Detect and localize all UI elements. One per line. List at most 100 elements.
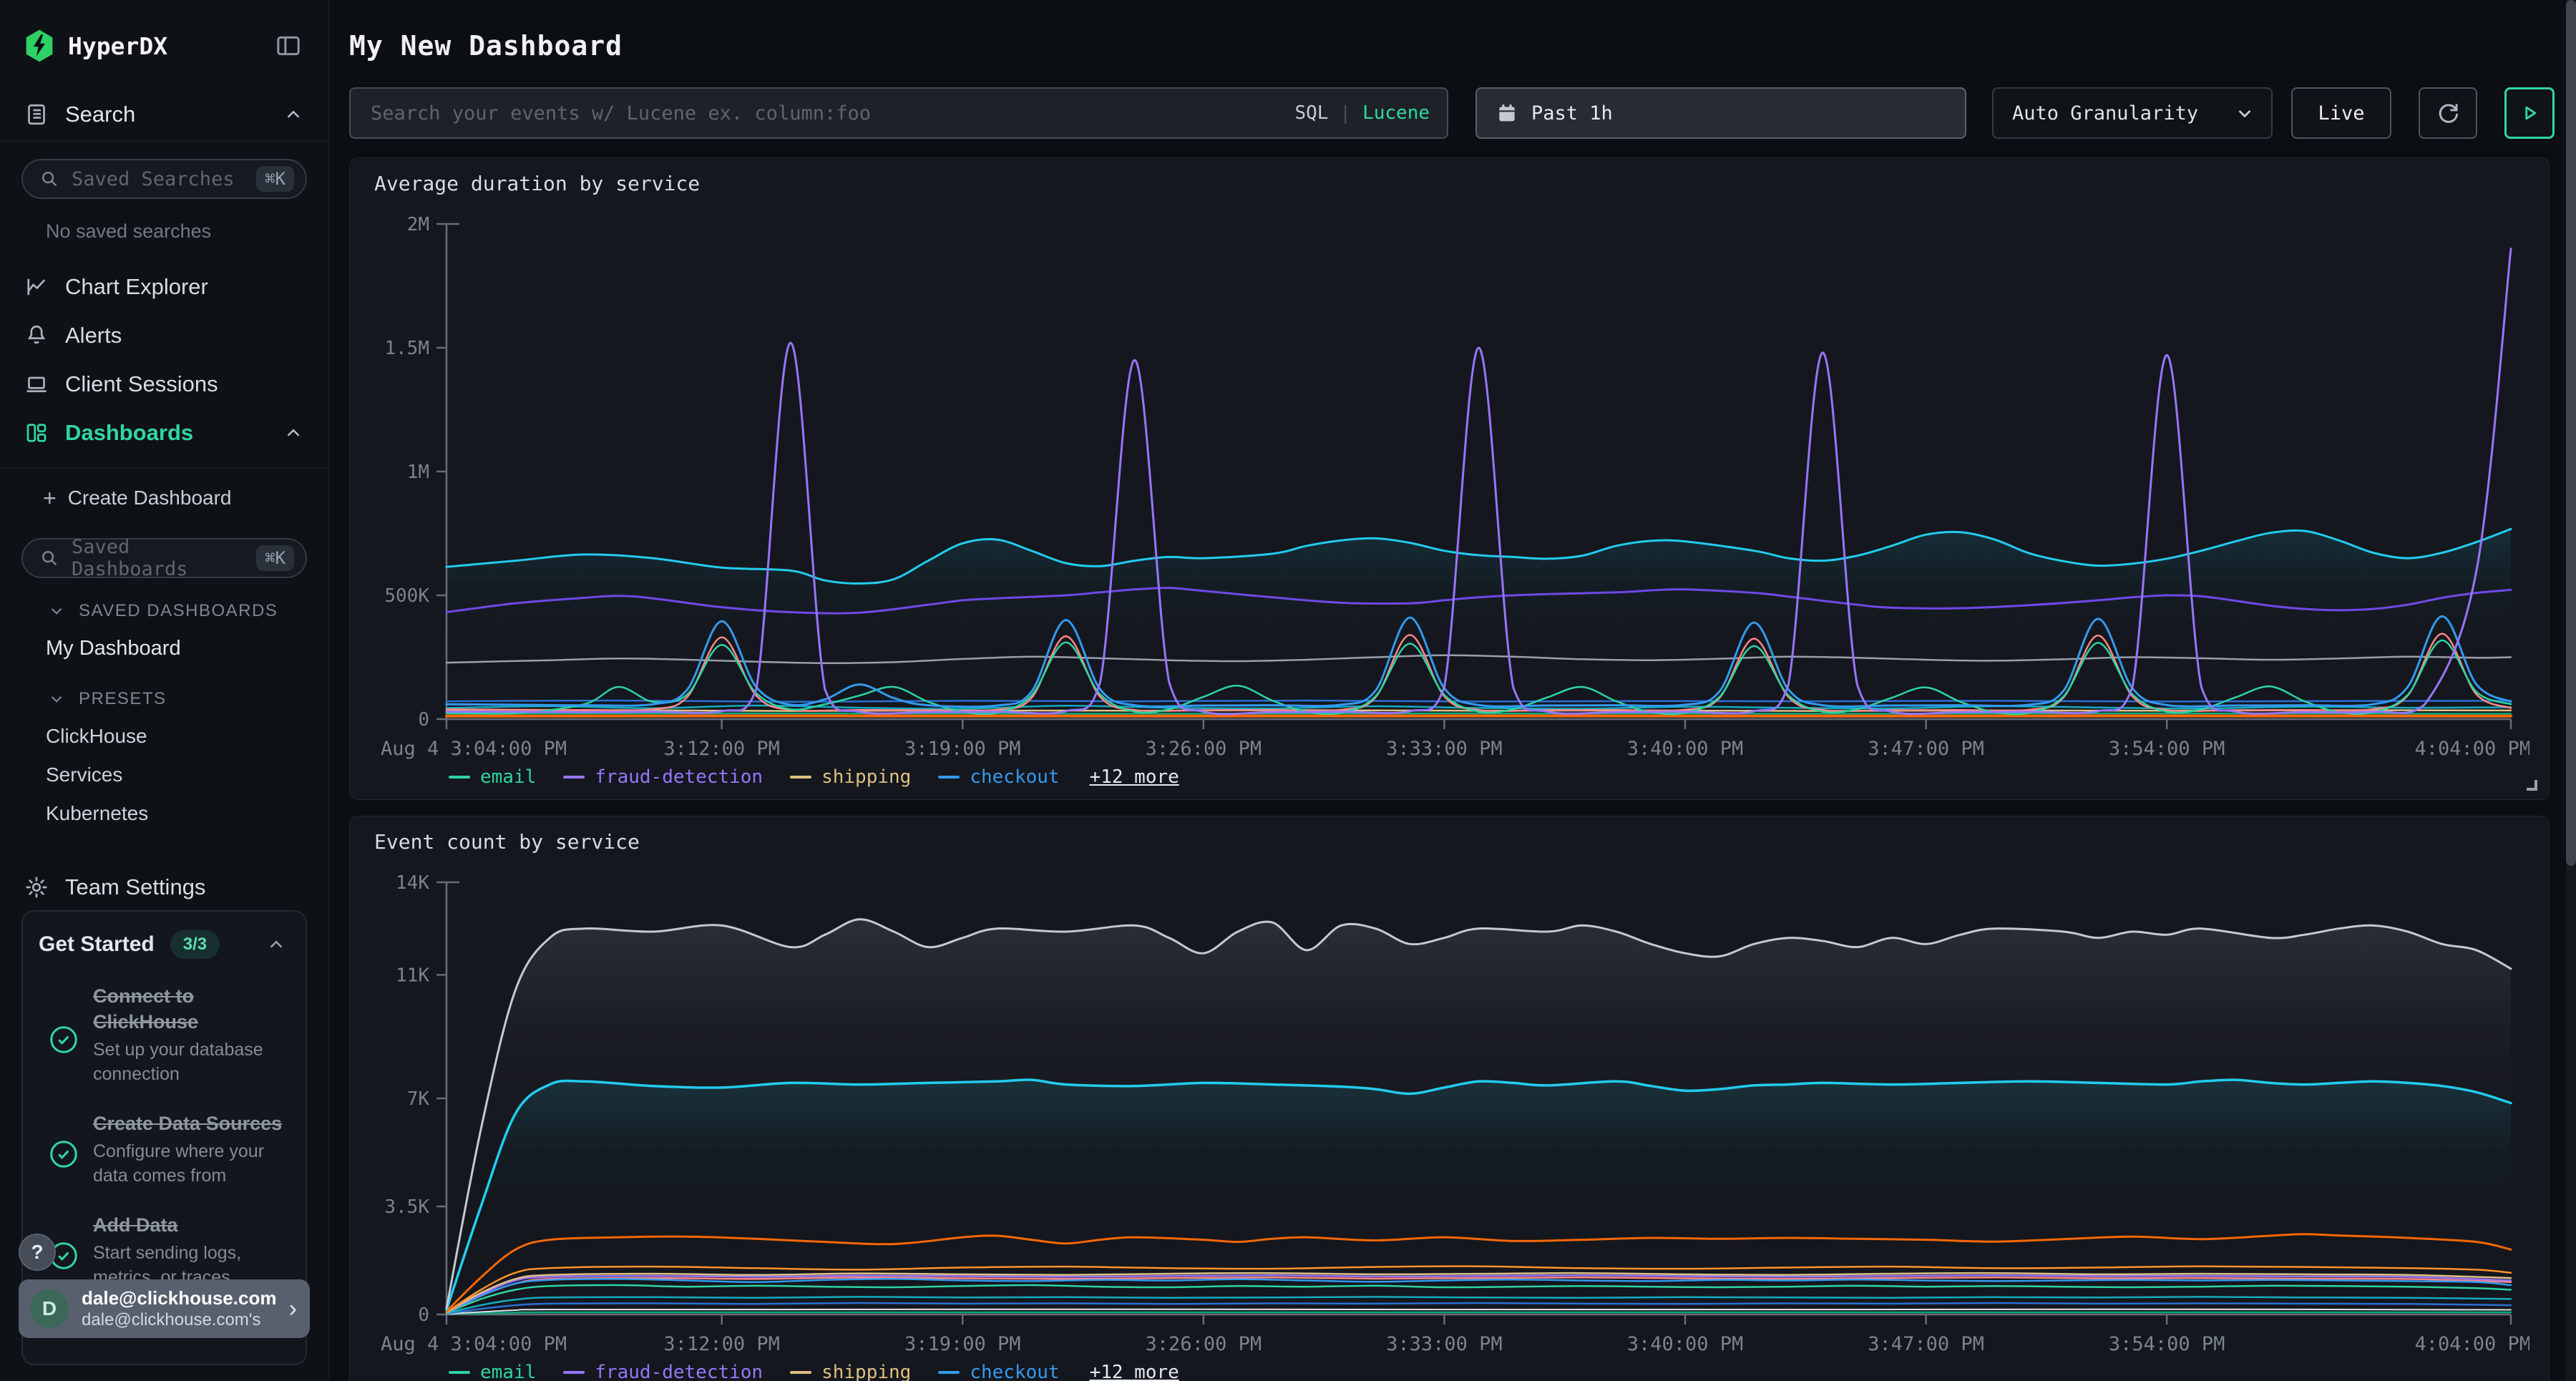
legend-more-link[interactable]: +12 more [1090,1362,1179,1381]
svg-text:3:33:00 PM: 3:33:00 PM [1386,1333,1503,1355]
sidebar-nav: Chart Explorer Alerts Client Sessions Da… [0,263,328,457]
sql-mode-toggle[interactable]: SQL [1294,102,1328,124]
legend-item-shipping[interactable]: shipping [790,766,911,788]
chevron-up-icon [283,104,304,125]
chart-panel-event-count: Event count by service 03.5K7K11K14KAug … [349,816,2550,1381]
help-button[interactable]: ? [19,1234,56,1271]
get-started-step-connect[interactable]: Connect to ClickHouse Set up your databa… [39,983,287,1086]
event-search-box: SQL | Lucene [349,87,1448,139]
user-team: dale@clickhouse.com's [82,1309,283,1331]
main-content: My New Dashboard SQL | Lucene Past 1h Au… [330,30,2576,1381]
sidebar-item-client-sessions[interactable]: Client Sessions [0,360,328,409]
step-description: Set up your database connection [93,1038,286,1086]
search-icon [39,547,60,569]
svg-text:3:19:00 PM: 3:19:00 PM [904,1333,1021,1355]
chevron-down-icon [2234,102,2255,124]
legend-item-fraud-detection[interactable]: fraud-detection [563,766,763,788]
legend-more-link[interactable]: +12 more [1090,766,1179,788]
svg-text:3:54:00 PM: 3:54:00 PM [2109,738,2225,760]
legend-item-shipping[interactable]: shipping [790,1362,911,1381]
svg-text:0: 0 [418,1304,429,1326]
plus-icon: + [43,485,57,512]
svg-text:Aug 4 3:04:00 PM: Aug 4 3:04:00 PM [381,1333,567,1355]
sidebar-item-label: Dashboards [65,420,283,446]
search-icon [39,168,60,190]
check-circle-icon [47,993,80,1086]
sidebar-item-search[interactable]: Search [0,87,328,142]
sidebar-item-my-dashboard[interactable]: My Dashboard [46,637,328,660]
panel-resize-handle[interactable] [2527,780,2537,791]
svg-text:7K: 7K [407,1088,430,1110]
sidebar-collapse-button[interactable] [273,30,304,62]
section-header-label: SAVED DASHBOARDS [79,601,278,621]
play-button[interactable] [2504,87,2555,139]
step-title: Create Data Sources [93,1111,308,1136]
time-range-picker[interactable]: Past 1h [1475,87,1966,139]
lucene-mode-toggle[interactable]: Lucene [1362,102,1430,124]
legend-item-email[interactable]: email [449,1362,536,1381]
live-button[interactable]: Live [2291,87,2391,139]
presets-section-header[interactable]: PRESETS [47,689,328,709]
sidebar-item-preset-services[interactable]: Services [46,763,328,786]
sidebar-item-label: Alerts [65,323,304,348]
chevron-up-icon[interactable] [265,934,287,955]
chevron-down-icon [47,602,66,620]
user-account-menu[interactable]: D dale@clickhouse.com dale@clickhouse.co… [19,1279,310,1338]
refresh-button[interactable] [2419,87,2477,139]
sidebar-item-preset-kubernetes[interactable]: Kubernetes [46,802,328,825]
avatar: D [30,1289,69,1328]
page-title: My New Dashboard [349,30,2576,62]
sidebar: HyperDX Search Saved Searches ⌘K No save… [0,0,329,1381]
saved-searches-placeholder: Saved Searches [72,168,256,190]
page-scrollbar[interactable] [2566,0,2576,1381]
hyperdx-logo-icon [24,29,55,63]
legend-item-email[interactable]: email [449,766,536,788]
svg-text:2M: 2M [407,214,429,235]
legend-item-fraud-detection[interactable]: fraud-detection [563,1362,763,1381]
get-started-progress-badge: 3/3 [170,930,220,959]
team-settings-label: Team Settings [65,874,205,900]
check-circle-icon [47,1121,80,1188]
svg-text:4:04:00 PM: 4:04:00 PM [2414,1333,2529,1355]
sidebar-item-preset-clickhouse[interactable]: ClickHouse [46,725,328,748]
sidebar-item-team-settings[interactable]: Team Settings [0,862,328,912]
laptop-icon [24,371,49,397]
legend-item-checkout[interactable]: checkout [938,766,1059,788]
event-search-input[interactable] [349,87,1448,139]
time-range-value: Past 1h [1531,102,1613,125]
svg-text:3:40:00 PM: 3:40:00 PM [1627,1333,1744,1355]
scrollbar-thumb[interactable] [2566,0,2576,866]
sidebar-item-label: Client Sessions [65,371,304,397]
step-title: Add Data [93,1212,279,1238]
refresh-icon [2434,99,2462,127]
sidebar-item-chart-explorer[interactable]: Chart Explorer [0,263,328,311]
create-dashboard-button[interactable]: + Create Dashboard [0,475,328,521]
granularity-select[interactable]: Auto Granularity [1992,87,2273,139]
legend-item-checkout[interactable]: checkout [938,1362,1059,1381]
shortcut-badge: ⌘K [256,545,294,571]
sidebar-item-dashboards[interactable]: Dashboards [0,409,328,457]
svg-text:3:12:00 PM: 3:12:00 PM [663,1333,780,1355]
granularity-value: Auto Granularity [2012,102,2234,125]
saved-searches-input[interactable]: Saved Searches ⌘K [21,159,307,199]
chevron-down-icon [47,690,66,708]
svg-text:1M: 1M [407,462,429,483]
svg-text:3:26:00 PM: 3:26:00 PM [1146,738,1262,760]
gear-icon [24,874,49,900]
saved-dashboards-section-header[interactable]: SAVED DASHBOARDS [47,601,328,621]
play-icon [2517,101,2542,125]
line-chart-average-duration[interactable]: 0500K1M1.5M2MAug 4 3:04:00 PM3:12:00 PM3… [371,202,2529,761]
svg-text:3:40:00 PM: 3:40:00 PM [1627,738,1744,760]
shortcut-badge: ⌘K [256,166,294,192]
sidebar-item-alerts[interactable]: Alerts [0,311,328,360]
mode-divider: | [1340,102,1351,124]
saved-dashboards-input[interactable]: Saved Dashboards ⌘K [21,538,307,578]
svg-text:0: 0 [418,709,429,731]
get-started-title: Get Started [39,932,155,957]
logo-row: HyperDX [0,0,328,63]
line-chart-event-count[interactable]: 03.5K7K11K14KAug 4 3:04:00 PM3:12:00 PM3… [371,861,2529,1356]
chart-panel-average-duration: Average duration by service 0500K1M1.5M2… [349,157,2550,800]
get-started-step-add-data[interactable]: Add Data Start sending logs, metrics, or… [39,1212,287,1289]
get-started-step-sources[interactable]: Create Data Sources Configure where your… [39,1111,287,1188]
chart-legend: email fraud-detection shipping checkout +12 … [449,766,2527,788]
